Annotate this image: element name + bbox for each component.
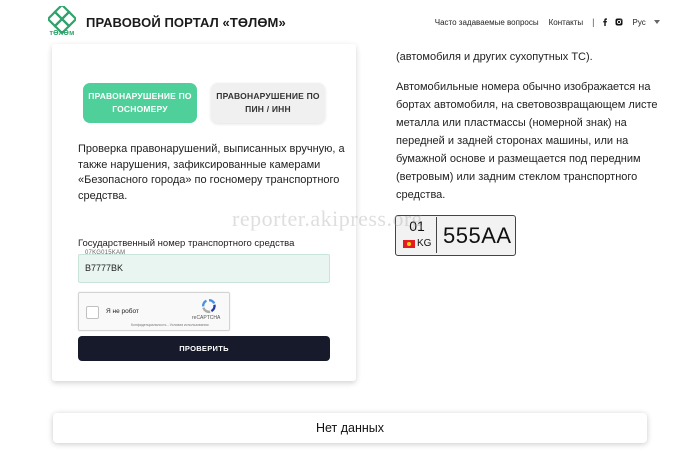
plate-region-block: 01 KG	[397, 217, 437, 253]
no-data-text: Нет данных	[315, 421, 385, 435]
info-text-body: Автомобильные номера обычно изображается…	[396, 81, 658, 201]
recaptcha-widget: Я не робот reCAPTCHA Конфиденциальность …	[78, 292, 230, 331]
plate-field-hint: 07KG015KAM	[85, 250, 126, 256]
instagram-icon[interactable]	[615, 18, 623, 26]
license-plate-example: 01 KG 555AA	[395, 215, 516, 256]
plate-country-code: KG	[417, 238, 432, 249]
recaptcha-label: Я не робот	[106, 308, 139, 315]
search-card: ПРАВОНАРУШЕНИЕ ПО ГОСНОМЕРУ ПРАВОНАРУШЕН…	[52, 44, 356, 381]
tab-plate-number[interactable]: ПРАВОНАРУШЕНИЕ ПО ГОСНОМЕРУ	[83, 83, 197, 123]
plate-number-input[interactable]	[85, 263, 285, 273]
language-selector[interactable]: Рус	[633, 18, 660, 27]
info-text-top: (автомобиля и других сухопутных ТС).	[396, 51, 593, 63]
chevron-down-icon	[654, 20, 660, 25]
plate-field-label: Государственный номер транспортного сред…	[78, 238, 295, 249]
recaptcha-checkbox[interactable]	[86, 306, 99, 319]
check-button[interactable]: ПРОВЕРИТЬ	[78, 336, 330, 361]
nav-separator: |	[592, 17, 595, 27]
language-label: Рус	[632, 17, 646, 27]
form-description: Проверка правонарушений, выписанных вруч…	[78, 143, 345, 202]
plate-number: 555AA	[443, 223, 512, 248]
nav-contacts-link[interactable]: Контакты	[549, 18, 584, 27]
recaptcha-terms-link[interactable]: Конфиденциальность - Условия использован…	[131, 323, 208, 327]
nav-faq-link[interactable]: Часто задаваемые вопросы	[435, 18, 539, 27]
plate-region-code: 01	[409, 218, 425, 234]
recaptcha-icon	[201, 299, 216, 314]
logo-text: тӨлӨм	[49, 30, 75, 37]
recaptcha-brand: reCAPTCHA	[192, 315, 221, 321]
top-nav: Часто задаваемые вопросы Контакты | Рус	[435, 17, 660, 27]
site-title[interactable]: ПРАВОВОЙ ПОРТАЛ «ТӨЛӨМ»	[86, 15, 286, 30]
facebook-icon[interactable]	[601, 18, 609, 26]
result-panel: Нет данных	[53, 413, 647, 443]
tab-pin-inn[interactable]: ПРАВОНАРУШЕНИЕ ПО ПИН / ИНН	[211, 83, 325, 123]
kyrgyz-flag-icon	[403, 240, 415, 248]
site-header: тӨлӨм ПРАВОВОЙ ПОРТАЛ «ТӨЛӨМ» Часто зада…	[0, 0, 700, 46]
